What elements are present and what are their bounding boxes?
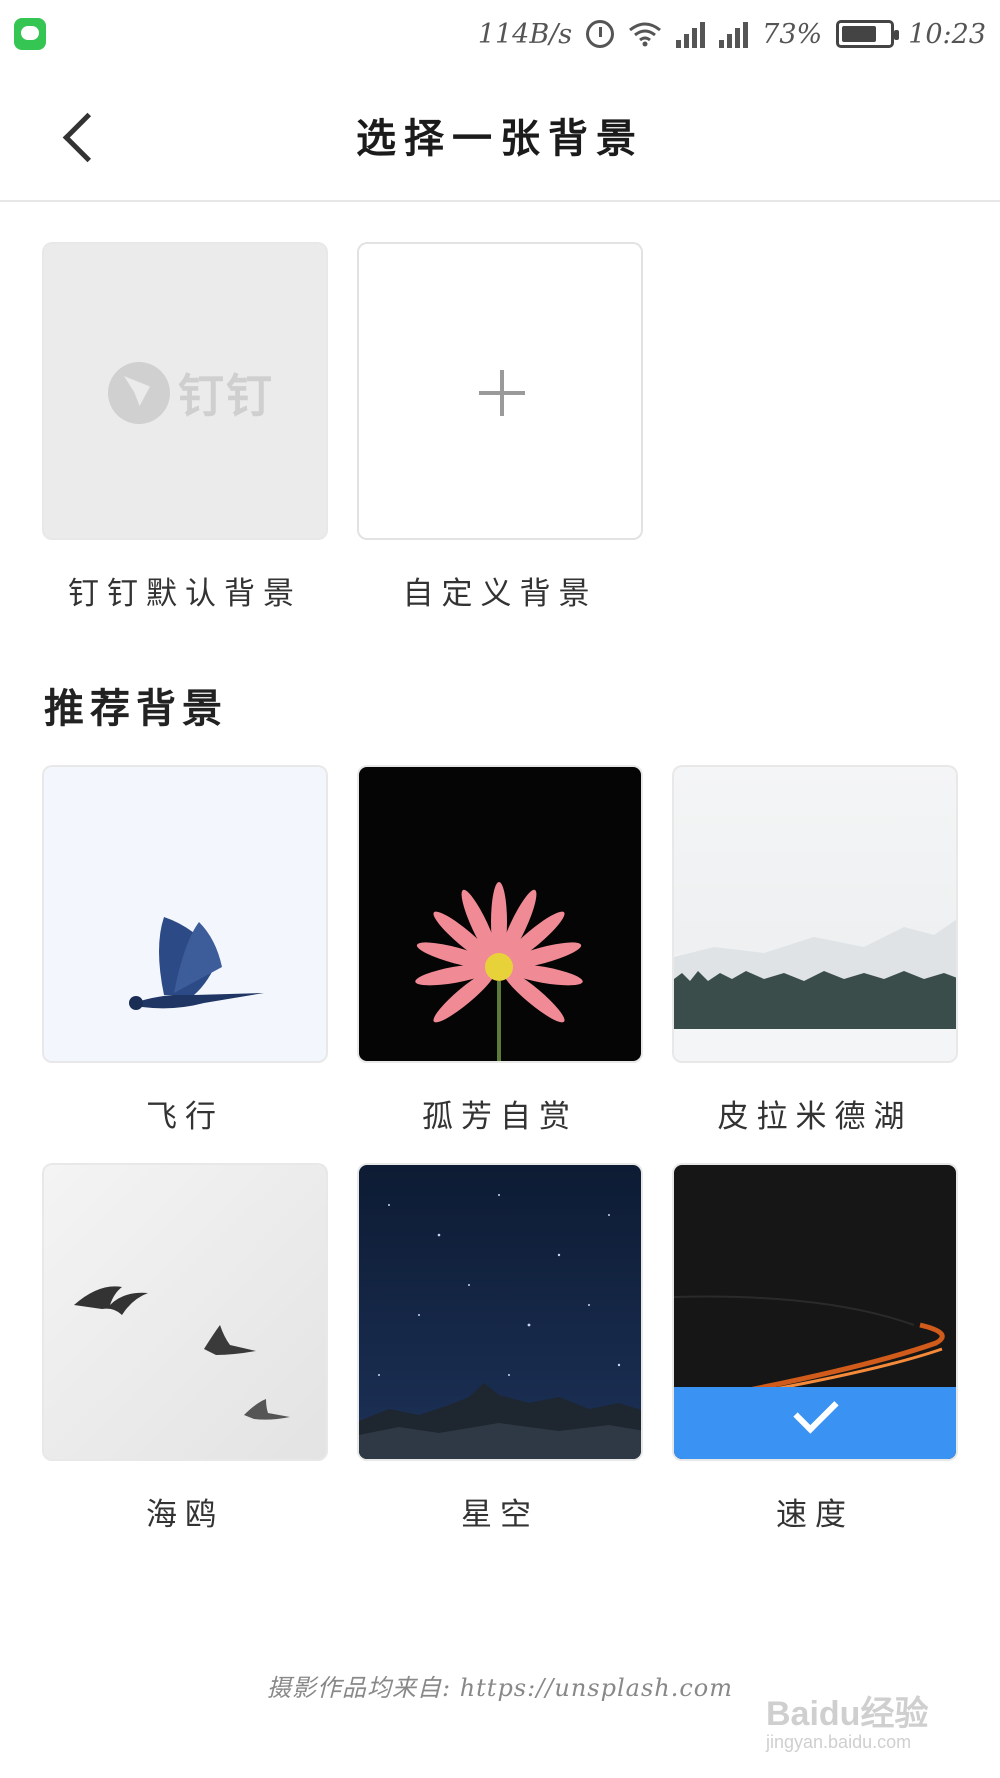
section-title: 推荐背景 [44, 686, 228, 732]
stars-photo [357, 1163, 643, 1461]
wifi-icon [628, 21, 662, 47]
background-tile-stars[interactable]: 星空 [357, 1163, 643, 1533]
watermark-sub: jingyan.baidu.com [766, 1732, 912, 1752]
tile-label: 钉钉默认背景 [68, 576, 302, 612]
battery-fill [842, 26, 876, 42]
flight-photo [42, 765, 328, 1063]
check-icon [793, 1388, 839, 1434]
gull-photo [42, 1163, 328, 1461]
background-tile-speed[interactable]: 速度 [672, 1163, 958, 1533]
tile-label: 自定义背景 [402, 576, 598, 612]
speed-photo [672, 1163, 958, 1461]
dingtalk-logo-icon [108, 362, 170, 424]
status-bar: 114B/s 73% 10:23 [0, 0, 1000, 68]
custom-background-tile[interactable]: 自定义背景 [357, 242, 643, 612]
battery-percent: 73% [762, 18, 823, 50]
dingtalk-logo-text: 钉钉 [178, 369, 274, 423]
signal-icon [676, 20, 706, 48]
status-icons: 114B/s 73% 10:23 [478, 14, 986, 54]
baidu-watermark: Baidu经验 jingyan.baidu.com [766, 1686, 966, 1766]
selected-indicator [674, 1387, 956, 1459]
default-background-tile[interactable]: 钉钉 钉钉默认背景 [42, 242, 328, 612]
tile-label: 孤芳自赏 [422, 1099, 578, 1135]
default-background-preview: 钉钉 [42, 242, 328, 540]
signal-icon-2 [719, 20, 749, 48]
alarm-icon [586, 20, 615, 48]
tile-label: 皮拉米德湖 [717, 1099, 913, 1135]
tile-label: 海鸥 [146, 1497, 224, 1533]
background-tile-flight[interactable]: 飞行 [42, 765, 328, 1135]
background-tile-flower[interactable]: 孤芳自赏 [357, 765, 643, 1135]
clock: 10:23 [908, 18, 986, 50]
net-speed: 114B/s [477, 18, 573, 50]
battery-icon [836, 20, 900, 48]
app-header: 选择一张背景 [0, 68, 1000, 202]
lake-photo [672, 765, 958, 1063]
flower-photo [357, 765, 643, 1063]
background-tile-lake[interactable]: 皮拉米德湖 [672, 765, 958, 1135]
plus-icon [479, 370, 525, 416]
tile-label: 飞行 [146, 1099, 224, 1135]
background-tile-gull[interactable]: 海鸥 [42, 1163, 328, 1533]
watermark-main: Baidu经验 [766, 1695, 929, 1733]
tile-label: 星空 [461, 1497, 539, 1533]
page-title: 选择一张背景 [356, 116, 644, 162]
tile-label: 速度 [776, 1497, 854, 1533]
custom-background-preview [357, 242, 643, 540]
chat-app-icon [14, 18, 46, 50]
